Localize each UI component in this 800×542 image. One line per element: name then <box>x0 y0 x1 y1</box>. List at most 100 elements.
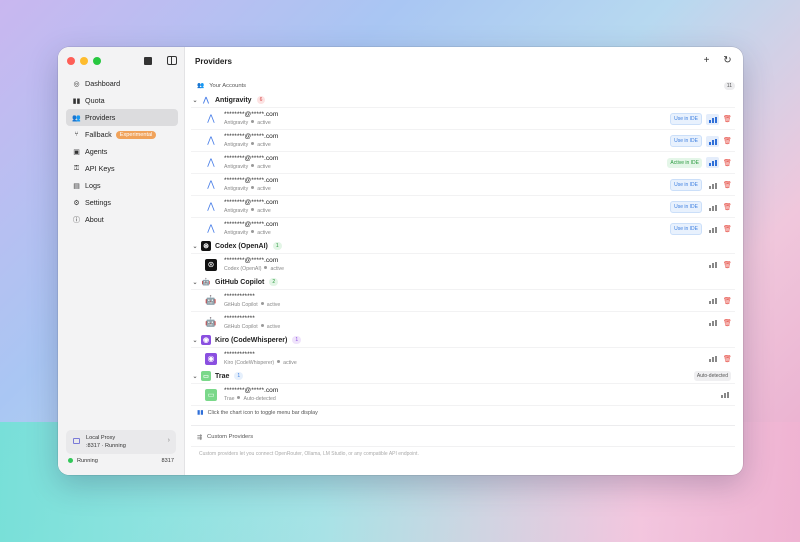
sidebar-item-agents[interactable]: ▣ Agents <box>66 143 178 160</box>
active-in-ide-badge: Active in IDE <box>667 157 702 168</box>
trash-icon[interactable]: 🗑 <box>723 355 732 363</box>
local-proxy-card[interactable]: Local Proxy :8317 · Running › <box>66 430 176 454</box>
refresh-button[interactable]: ↻ <box>719 53 736 68</box>
account-status: active <box>257 119 271 126</box>
trash-icon[interactable]: 🗑 <box>723 297 732 305</box>
zoom-window-button[interactable] <box>93 57 101 65</box>
chart-toggle-icon[interactable] <box>706 202 719 213</box>
proxy-title: Local Proxy <box>86 435 116 441</box>
account-provider: Trae <box>224 395 235 402</box>
use-in-ide-button[interactable]: Use in IDE <box>670 223 702 235</box>
account-email: ************ <box>224 292 255 300</box>
sidebar-toggle-icon[interactable] <box>167 56 177 65</box>
trash-icon[interactable]: 🗑 <box>723 261 732 269</box>
page-title: Providers <box>195 57 232 66</box>
add-provider-button[interactable]: + <box>698 53 715 68</box>
copilot-icon: 🤖 <box>205 317 217 327</box>
chart-toggle-icon[interactable] <box>706 317 719 328</box>
chart-toggle-icon[interactable] <box>706 295 719 306</box>
sidebar-item-providers[interactable]: 👥 Providers <box>66 109 178 126</box>
sidebar-item-label: Fallback <box>85 130 112 139</box>
accounts-icon: 👥 <box>197 83 205 89</box>
running-port: 8317 <box>161 458 174 464</box>
window-controls <box>67 57 101 65</box>
trash-icon[interactable]: 🗑 <box>723 159 732 167</box>
custom-providers-description: Custom providers let you connect OpenRou… <box>191 446 735 457</box>
account-status: Auto-detected <box>243 395 276 402</box>
chart-toggle-icon[interactable] <box>706 353 719 364</box>
sidebar-item-settings[interactable]: ⚙ Settings <box>66 194 178 211</box>
account-row[interactable]: ⋀ ********@*****.com Antigravity active U… <box>191 217 735 239</box>
sidebar-nav: ◎ Dashboard ▮▮ Quota 👥 Providers ⑂ Fallb… <box>66 75 178 228</box>
account-row[interactable]: ⋀ ********@*****.com Antigravity active A… <box>191 151 735 173</box>
chart-toggle-icon[interactable] <box>706 180 719 191</box>
trash-icon[interactable]: 🗑 <box>723 137 732 145</box>
use-in-ide-button[interactable]: Use in IDE <box>670 135 702 147</box>
account-email: ********@*****.com <box>224 256 279 264</box>
chart-toggle-icon[interactable] <box>706 157 719 168</box>
account-row[interactable]: ⋀ ********@*****.com Antigravity active U… <box>191 195 735 217</box>
chart-toggle-icon[interactable] <box>718 389 731 400</box>
sidebar-item-logs[interactable]: ▤ Logs <box>66 177 178 194</box>
account-row[interactable]: 🤖 ************ GitHub Copilot active 🗑 <box>191 289 735 311</box>
chart-toggle-icon[interactable] <box>706 113 719 125</box>
sidebar-item-label: Providers <box>85 113 116 122</box>
sidebar-item-dashboard[interactable]: ◎ Dashboard <box>66 75 178 92</box>
proxy-icon <box>73 438 80 444</box>
use-in-ide-button[interactable]: Use in IDE <box>670 113 702 125</box>
trash-icon[interactable]: 🗑 <box>723 181 732 189</box>
copilot-icon: 🤖 <box>201 279 211 286</box>
group-name: GitHub Copilot <box>215 278 265 286</box>
logs-icon: ▤ <box>73 182 80 190</box>
account-provider: Antigravity <box>224 163 249 170</box>
chevron-down-icon: ⌄ <box>192 373 198 380</box>
sidebar-item-label: API Keys <box>85 164 115 173</box>
group-count: 2 <box>269 278 279 286</box>
sidebar-item-about[interactable]: ⓘ About <box>66 211 178 228</box>
chart-toggle-icon[interactable] <box>706 224 719 235</box>
antigravity-icon: ⋀ <box>207 179 215 189</box>
group-antigravity[interactable]: ⌄ ⋀ Antigravity 6 <box>191 93 735 107</box>
group-count: 6 <box>256 96 266 104</box>
group-kiro[interactable]: ⌄ ◉ Kiro (CodeWhisperer) 1 <box>191 333 735 347</box>
account-email: ********@*****.com <box>224 386 279 394</box>
fallback-icon: ⑂ <box>74 131 79 138</box>
sidebar-item-api-keys[interactable]: ⚿ API Keys <box>66 160 178 177</box>
account-status: active <box>257 229 271 236</box>
toolbar: + ↻ <box>698 53 736 68</box>
close-window-button[interactable] <box>67 57 75 65</box>
account-row[interactable]: ◉ ************ Kiro (CodeWhisperer) activ… <box>191 347 735 369</box>
trash-icon[interactable]: 🗑 <box>723 203 732 211</box>
account-row[interactable]: 🤖 ************ GitHub Copilot active 🗑 <box>191 311 735 333</box>
sidebar-item-quota[interactable]: ▮▮ Quota <box>66 92 178 109</box>
account-status: active <box>266 301 281 308</box>
main-content: Providers + ↻ 👥 Your Accounts 11 ⌄ ⋀ Ant… <box>186 47 743 475</box>
account-row[interactable]: ⋀ ********@*****.com Antigravity active U… <box>191 173 735 195</box>
group-trae[interactable]: ⌄ ▭ Trae 1 Auto-detected <box>191 369 735 383</box>
sidebar-item-label: Agents <box>85 147 108 156</box>
trash-icon[interactable]: 🗑 <box>723 319 732 327</box>
chart-hint-icon: ▮▮ <box>197 410 204 416</box>
chart-toggle-icon[interactable] <box>706 135 719 147</box>
use-in-ide-button[interactable]: Use in IDE <box>670 201 702 213</box>
account-email: ************ <box>224 314 255 322</box>
group-github-copilot[interactable]: ⌄ 🤖 GitHub Copilot 2 <box>191 275 735 289</box>
account-row[interactable]: ⋀ ********@*****.com Antigravity active U… <box>191 107 735 129</box>
account-row[interactable]: ⊛ ********@*****.com Codex (OpenAI) activ… <box>191 253 735 275</box>
account-provider: Antigravity <box>224 185 249 192</box>
group-codex[interactable]: ⌄ ⊛ Codex (OpenAI) 1 <box>191 239 735 253</box>
minimize-window-button[interactable] <box>80 57 88 65</box>
account-email: ********@*****.com <box>224 176 279 184</box>
antigravity-icon: ⋀ <box>207 113 215 123</box>
chart-toggle-icon[interactable] <box>706 259 719 270</box>
account-row[interactable]: ▭ ********@*****.com Trae Auto-detected <box>191 383 735 405</box>
account-email: ********@*****.com <box>224 198 279 206</box>
use-in-ide-button[interactable]: Use in IDE <box>670 179 702 191</box>
account-row[interactable]: ⋀ ********@*****.com Antigravity active U… <box>191 129 735 151</box>
trash-icon[interactable]: 🗑 <box>723 225 732 233</box>
sidebar-item-fallback[interactable]: ⑂ Fallback Experimental <box>66 126 178 143</box>
account-status: active <box>266 323 281 330</box>
stop-icon[interactable] <box>144 57 152 65</box>
trash-icon[interactable]: 🗑 <box>723 115 732 123</box>
app-window: ◎ Dashboard ▮▮ Quota 👥 Providers ⑂ Fallb… <box>58 47 743 475</box>
